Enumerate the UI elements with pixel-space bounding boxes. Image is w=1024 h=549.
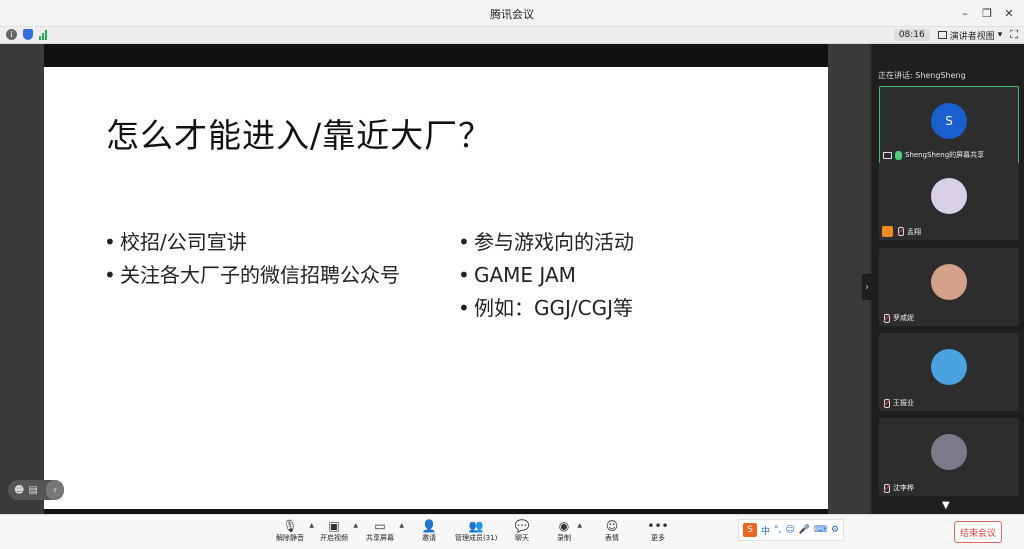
participant-tile[interactable]: 沈李桦: [879, 418, 1019, 496]
close-button[interactable]: ✕: [1000, 4, 1018, 22]
window-title: 腾讯会议: [490, 8, 534, 21]
view-mode-selector[interactable]: 演讲者视图 ▾: [937, 29, 1002, 42]
participant-tile[interactable]: 罗咸妮: [879, 248, 1019, 326]
slide-top-bar: [44, 44, 828, 67]
shield-icon[interactable]: [23, 29, 33, 40]
punctuation-icon[interactable]: °,: [774, 525, 781, 535]
mic-muted-icon: 🎙: [282, 518, 298, 533]
restore-button[interactable]: ❐: [978, 4, 996, 22]
manage-members-button[interactable]: 👥 管理成员(31): [455, 518, 497, 543]
title-bar: 腾讯会议 – ❐ ✕: [0, 0, 1024, 27]
slide-right-column: 参与游戏向的活动 GAME JAM 例如：GGJ/CGJ等: [458, 231, 778, 330]
chevron-up-icon[interactable]: ▲: [399, 522, 404, 529]
avatar: [931, 434, 967, 470]
signal-icon[interactable]: [39, 29, 47, 40]
chat-bubble-icon[interactable]: ▤: [28, 485, 37, 496]
speaking-indicator: 正在讲话: ShengSheng: [878, 71, 966, 80]
meeting-toolbar: 🎙 解除静音 ▲ ▣ 开启视频 ▲ ▭ 共享屏幕 ▲ 👤 邀请 👥 管理成员(3…: [0, 514, 1024, 549]
chat-button[interactable]: 💬 聊天: [514, 518, 530, 543]
host-icon: [882, 226, 893, 237]
window-controls: – ❐ ✕: [956, 4, 1018, 22]
chat-icon: 💬: [514, 518, 530, 533]
settings-icon[interactable]: ⚙: [831, 525, 839, 535]
chevron-up-icon[interactable]: ▲: [577, 522, 582, 529]
input-method-bar[interactable]: S 中 °, ☺ 🎤 ⌨ ⚙: [738, 519, 845, 541]
mic-muted-icon: [882, 313, 890, 323]
sidebar-toggle[interactable]: ›: [862, 274, 872, 300]
participant-name: 罗咸妮: [893, 314, 914, 322]
fullscreen-icon[interactable]: ⛶: [1010, 28, 1018, 42]
bullet-item: 例如：GGJ/CGJ等: [458, 297, 778, 321]
mic-muted-icon: [896, 227, 904, 236]
keyboard-icon[interactable]: ⌨: [814, 525, 827, 535]
add-user-icon: 👤: [421, 518, 437, 533]
chevron-up-icon[interactable]: ▲: [309, 522, 314, 529]
avatar: [931, 178, 967, 214]
members-icon: 👥: [468, 518, 484, 533]
screen-share-icon: [883, 151, 892, 159]
info-icon[interactable]: i: [6, 29, 17, 40]
emoji-icon: ☺: [605, 518, 619, 533]
mic-on-icon: [895, 150, 902, 160]
presentation-slide: 怎么才能进入/靠近大厂？ 校招/公司宣讲 关注各大厂子的微信招聘公众号 参与游戏…: [44, 67, 828, 509]
slide-title: 怎么才能进入/靠近大厂？: [106, 116, 493, 155]
mic-muted-icon: [882, 398, 890, 408]
record-button[interactable]: ◉ 录制 ▲: [556, 518, 582, 543]
participant-tile[interactable]: S ShengSheng的屏幕共享: [879, 86, 1019, 164]
floating-controls[interactable]: ☻ ▤ ‹: [8, 480, 64, 500]
avatar: [931, 264, 967, 300]
end-meeting-button[interactable]: 结束会议: [954, 521, 1002, 543]
shared-screen-area: 怎么才能进入/靠近大厂？ 校招/公司宣讲 关注各大厂子的微信招聘公众号 参与游戏…: [0, 44, 872, 514]
voice-icon[interactable]: 🎤: [799, 525, 810, 535]
chevron-up-icon[interactable]: ▲: [353, 522, 358, 529]
scroll-down-icon[interactable]: ▼: [942, 500, 950, 511]
slide-left-column: 校招/公司宣讲 关注各大厂子的微信招聘公众号: [104, 231, 424, 297]
bullet-item: 关注各大厂子的微信招聘公众号: [104, 264, 424, 288]
share-screen-icon: ▭: [374, 518, 386, 533]
more-icon: •••: [647, 518, 669, 533]
participant-tile[interactable]: 孟翔: [879, 162, 1019, 240]
participant-sidebar: 正在讲话: ShengSheng S ShengSheng的屏幕共享 孟翔 罗咸…: [872, 44, 1024, 514]
participant-tile[interactable]: 王振业: [879, 333, 1019, 411]
video-off-icon: ▣: [328, 518, 340, 533]
bullet-item: 参与游戏向的活动: [458, 231, 778, 255]
mic-muted-icon: [882, 483, 890, 493]
minimize-button[interactable]: –: [956, 4, 974, 22]
grid-icon: [937, 31, 947, 39]
meeting-timer: 08:16: [893, 29, 930, 41]
participant-name: 孟翔: [907, 227, 921, 236]
ime-language[interactable]: 中: [761, 524, 770, 537]
participant-name: 王振业: [893, 399, 914, 407]
bullet-item: GAME JAM: [458, 264, 778, 288]
invite-button[interactable]: 👤 邀请: [421, 518, 437, 543]
avatar: S: [931, 103, 967, 139]
reactions-button[interactable]: ☺ 表情: [604, 518, 620, 543]
record-icon: ◉: [558, 518, 570, 533]
emoji-icon[interactable]: ☺: [785, 525, 794, 535]
meeting-info-bar: i 08:16 演讲者视图 ▾ ⛶: [0, 27, 1024, 44]
participant-name: ShengSheng的屏幕共享: [905, 151, 985, 159]
emoji-icon[interactable]: ☻: [14, 485, 24, 496]
avatar: [931, 349, 967, 385]
start-video-button[interactable]: ▣ 开启视频 ▲: [320, 518, 358, 543]
more-button[interactable]: ••• 更多: [647, 518, 669, 543]
participant-name: 沈李桦: [893, 484, 914, 492]
bullet-item: 校招/公司宣讲: [104, 231, 424, 255]
chevron-left-icon[interactable]: ‹: [45, 480, 64, 500]
sogou-logo-icon: S: [743, 523, 757, 537]
share-screen-button[interactable]: ▭ 共享屏幕 ▲: [366, 518, 404, 543]
unmute-button[interactable]: 🎙 解除静音 ▲: [276, 518, 314, 543]
